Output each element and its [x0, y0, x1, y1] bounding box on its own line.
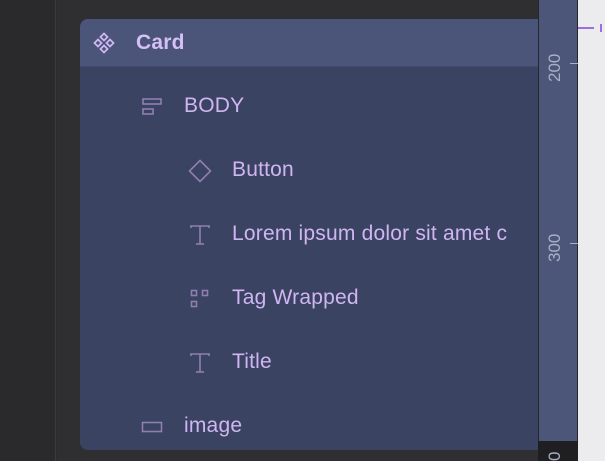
layer-row-tag-wrapped[interactable]: Tag Wrapped: [80, 279, 540, 319]
text-icon: [188, 223, 212, 247]
layer-row-lorem[interactable]: Lorem ipsum dolor sit amet c: [80, 215, 540, 255]
layer-row-image[interactable]: image: [80, 407, 540, 447]
layer-label-image: image: [184, 414, 243, 437]
text-icon: [188, 351, 212, 375]
selection-guide-line: [578, 27, 594, 29]
layer-label-card: Card: [136, 31, 185, 54]
ruler-mark-0: 0: [545, 451, 564, 461]
layer-row-title[interactable]: Title: [80, 343, 540, 383]
layer-label-lorem: Lorem ipsum dolor sit amet c: [232, 222, 508, 245]
ruler-mark-300: 300: [545, 233, 564, 262]
layers-panel: Card BODY Button Lorem ipsum dolor sit a…: [80, 19, 540, 450]
flex-layout-icon: [140, 95, 164, 119]
layer-row-button[interactable]: Button: [80, 151, 540, 191]
rectangle-icon: [140, 415, 164, 439]
component-icon: [92, 31, 116, 55]
component-instance-icon: [188, 159, 212, 183]
layer-row-card[interactable]: Card: [80, 19, 540, 67]
vertical-ruler[interactable]: 200 300: [538, 0, 579, 441]
layer-label-body: BODY: [184, 94, 245, 117]
layer-row-body[interactable]: BODY: [80, 87, 540, 127]
grid-layout-icon: [188, 287, 212, 311]
layer-label-tag-wrapped: Tag Wrapped: [232, 286, 359, 309]
ruler-corner: 0: [538, 441, 578, 461]
layer-label-title: Title: [232, 350, 272, 373]
layer-label-button: Button: [232, 158, 294, 181]
selection-guide-marker: [600, 24, 602, 32]
left-sidebar-strip: [0, 0, 56, 461]
ruler-mark-200: 200: [545, 53, 564, 82]
artboard-canvas[interactable]: [578, 0, 605, 461]
